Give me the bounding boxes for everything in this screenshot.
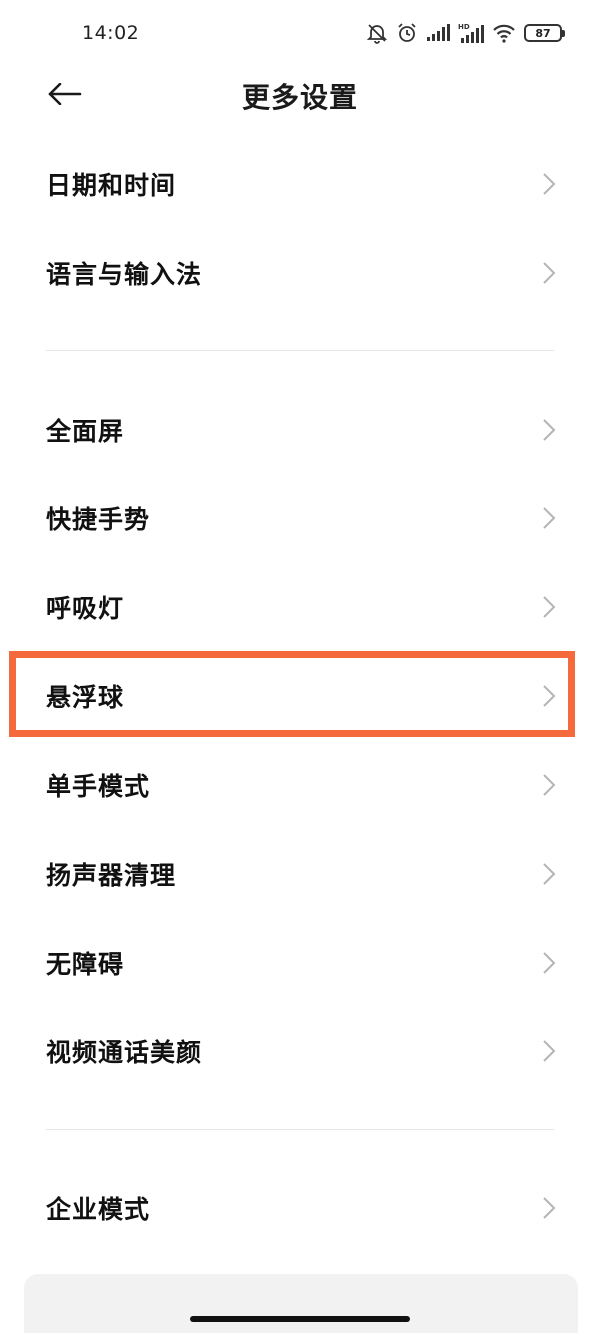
settings-item-label: 视频通话美颜 [46,1038,203,1067]
settings-item-date-time[interactable]: 日期和时间 [0,140,600,228]
status-bar: 14:02 HD 87 [0,0,600,68]
home-indicator[interactable] [190,1316,410,1322]
chevron-right-icon [543,507,556,529]
settings-item-label: 悬浮球 [46,683,125,712]
mute-bell-icon [366,22,388,44]
settings-item-notification-light[interactable]: 呼吸灯 [0,563,600,651]
settings-item-full-screen[interactable]: 全面屏 [0,386,600,474]
chevron-right-icon [543,1040,556,1062]
settings-item-label: 快捷手势 [46,505,151,534]
settings-item-video-call-beauty[interactable]: 视频通话美颜 [0,1007,600,1095]
hd-signal-icon: HD [458,22,484,44]
group-divider [46,1129,554,1130]
header: 更多设置 [0,68,600,124]
battery-icon: 87 [524,24,565,42]
status-icons: HD 87 [366,20,565,46]
settings-item-accessibility[interactable]: 无障碍 [0,919,600,1007]
settings-item-language-input[interactable]: 语言与输入法 [0,229,600,317]
chevron-right-icon [543,173,556,195]
chevron-right-icon [543,863,556,885]
settings-item-gestures[interactable]: 快捷手势 [0,474,600,562]
chevron-right-icon [543,262,556,284]
settings-item-label: 单手模式 [46,772,151,801]
settings-item-one-handed-mode[interactable]: 单手模式 [0,741,600,829]
settings-item-label: 日期和时间 [46,171,177,200]
settings-item-label: 语言与输入法 [46,260,203,289]
settings-item-label: 全面屏 [46,417,125,446]
chevron-right-icon [543,419,556,441]
chevron-right-icon [543,1197,556,1219]
chevron-right-icon [543,685,556,707]
chevron-right-icon [543,952,556,974]
signal-icon [426,24,450,42]
settings-item-enterprise-mode[interactable]: 企业模式 [0,1164,600,1252]
alarm-icon [396,22,418,44]
chevron-right-icon [543,774,556,796]
settings-item-label: 扬声器清理 [46,861,177,890]
page-title: 更多设置 [241,81,358,114]
status-time: 14:02 [82,22,140,44]
bottom-card [24,1274,578,1333]
wifi-icon [492,23,516,43]
chevron-right-icon [543,596,556,618]
battery-level: 87 [535,26,551,40]
settings-item-label: 无障碍 [46,950,125,979]
settings-item-label: 企业模式 [46,1195,151,1224]
settings-item-speaker-cleanup[interactable]: 扬声器清理 [0,830,600,918]
settings-item-label: 呼吸灯 [46,594,125,623]
svg-text:HD: HD [458,23,470,31]
settings-item-floating-ball[interactable]: 悬浮球 [0,652,600,740]
group-divider [46,350,554,351]
